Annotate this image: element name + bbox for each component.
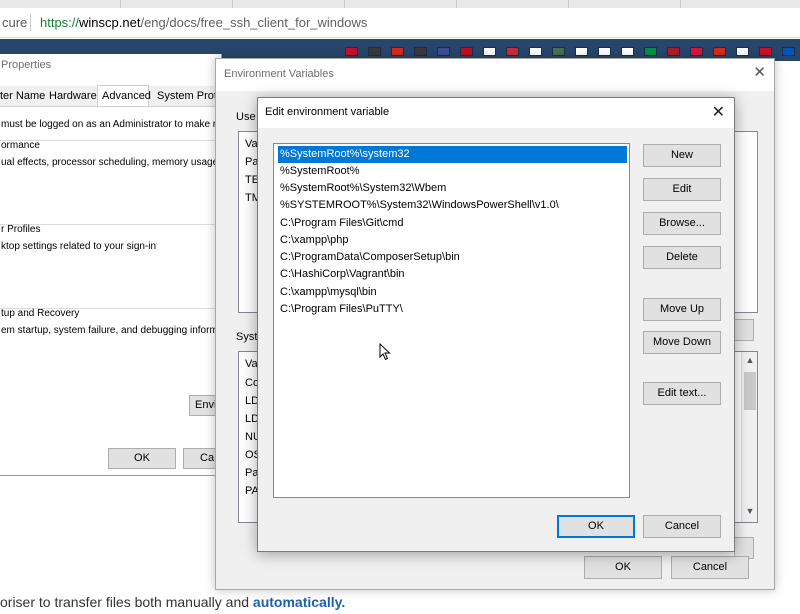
url-path: /eng/docs/free_ssh_client_for_windows — [140, 15, 368, 30]
vertical-scrollbar[interactable]: ▲ ▼ — [741, 352, 757, 522]
path-item[interactable]: %SystemRoot%\System32\Wbem — [278, 180, 627, 197]
dialog-title: Edit environment variable — [265, 106, 390, 118]
column-header-variable[interactable]: Va — [245, 138, 258, 150]
url-text[interactable]: https://winscp.net/eng/docs/free_ssh_cli… — [40, 15, 367, 30]
delete-button[interactable]: Delete — [643, 246, 721, 269]
path-item[interactable]: C:\Program Files\PuTTY\ — [278, 301, 627, 318]
flag-icon[interactable] — [713, 47, 726, 56]
flag-icon[interactable] — [598, 47, 611, 56]
move-up-button[interactable]: Move Up — [643, 298, 721, 321]
edit-text-button[interactable]: Edit text... — [643, 382, 721, 405]
flag-icon[interactable] — [506, 47, 519, 56]
flag-icon[interactable] — [391, 47, 404, 56]
dialog-body: %SystemRoot%\system32 %SystemRoot% %Syst… — [258, 128, 734, 551]
path-list[interactable]: %SystemRoot%\system32 %SystemRoot% %Syst… — [273, 143, 630, 498]
path-item[interactable]: C:\Program Files\Git\cmd — [278, 215, 627, 232]
flag-icon[interactable] — [437, 47, 450, 56]
flag-icon[interactable] — [552, 47, 565, 56]
path-item[interactable]: %SystemRoot% — [278, 163, 627, 180]
performance-title: ormance — [1, 140, 40, 151]
browser-tab-strip — [0, 0, 800, 8]
flag-icon[interactable] — [667, 47, 680, 56]
website-text: oriser to transfer files both manually a… — [0, 594, 253, 610]
path-item[interactable]: C:\xampp\mysql\bin — [278, 284, 627, 301]
website-content: oriser to transfer files both manually a… — [0, 590, 800, 614]
secure-label: cure — [2, 15, 28, 30]
ok-button[interactable]: OK — [108, 448, 176, 469]
move-down-button[interactable]: Move Down — [643, 331, 721, 354]
system-properties-window: Properties ter Name Hardware Advanced Sy… — [0, 54, 232, 476]
admin-note: must be logged on as an Administrator to… — [1, 119, 227, 130]
ok-button[interactable]: OK — [557, 515, 635, 538]
close-icon[interactable]: ✕ — [712, 102, 725, 122]
tab-advanced[interactable]: Advanced — [97, 85, 151, 106]
flag-icon[interactable] — [759, 47, 772, 56]
flag-icon[interactable] — [368, 47, 381, 56]
flag-icon[interactable] — [345, 47, 358, 56]
website-paragraph: oriser to transfer files both manually a… — [0, 594, 345, 610]
flag-icon[interactable] — [690, 47, 703, 56]
browser-tab[interactable] — [680, 0, 800, 8]
address-bar[interactable]: cure https://winscp.net/eng/docs/free_ss… — [0, 8, 800, 38]
cancel-button[interactable]: Cancel — [671, 556, 749, 579]
flag-icon[interactable] — [644, 47, 657, 56]
user-variables-label: Use — [236, 111, 256, 123]
close-icon[interactable]: ✕ — [753, 63, 766, 81]
browser-tab[interactable] — [344, 0, 454, 8]
browse-button[interactable]: Browse... — [643, 212, 721, 235]
browser-tab[interactable] — [456, 0, 566, 8]
browser-tab[interactable] — [568, 0, 678, 8]
edit-button[interactable]: Edit — [643, 178, 721, 201]
browser-tab[interactable] — [120, 0, 230, 8]
column-header-variable[interactable]: Va — [245, 358, 258, 370]
path-item[interactable]: %SYSTEMROOT%\System32\WindowsPowerShell\… — [278, 197, 627, 214]
startup-desc: em startup, system failure, and debuggin… — [1, 325, 227, 336]
website-link[interactable]: automatically. — [253, 594, 345, 610]
address-separator — [30, 14, 31, 31]
browser-tab[interactable] — [232, 0, 342, 8]
flag-icon[interactable] — [460, 47, 473, 56]
flag-icon[interactable] — [736, 47, 749, 56]
flag-icon[interactable] — [529, 47, 542, 56]
window-body: ter Name Hardware Advanced System Protec… — [0, 85, 232, 474]
path-item[interactable]: C:\xampp\php — [278, 232, 627, 249]
user-delete-button[interactable] — [734, 319, 754, 341]
tab-computer-name[interactable]: ter Name — [0, 88, 45, 106]
profiles-title: r Profiles — [1, 224, 41, 235]
flag-icon[interactable] — [621, 47, 634, 56]
path-item[interactable]: %SystemRoot%\system32 — [278, 146, 627, 163]
tab-hardware[interactable]: Hardware — [49, 88, 97, 106]
flag-icon[interactable] — [414, 47, 427, 56]
scroll-down-icon[interactable]: ▼ — [742, 506, 757, 516]
url-scheme: https:// — [40, 15, 80, 30]
window-title: Properties — [1, 59, 52, 71]
advanced-panel: must be logged on as an Administrator to… — [0, 106, 229, 474]
edit-environment-variable-dialog: Edit environment variable ✕ %SystemRoot%… — [257, 97, 735, 552]
flag-icon[interactable] — [483, 47, 496, 56]
ok-button[interactable]: OK — [584, 556, 662, 579]
performance-desc: ual effects, processor scheduling, memor… — [1, 157, 230, 168]
scrollbar-thumb[interactable] — [744, 372, 756, 410]
window-title: Environment Variables — [224, 68, 334, 80]
scroll-up-icon[interactable]: ▲ — [742, 355, 757, 365]
cancel-button[interactable]: Cancel — [643, 515, 721, 538]
profiles-desc: ktop settings related to your sign-in — [1, 241, 157, 252]
new-button[interactable]: New — [643, 144, 721, 167]
flag-icon[interactable] — [782, 47, 795, 56]
flag-icon[interactable] — [575, 47, 588, 56]
startup-title: tup and Recovery — [1, 308, 80, 319]
url-host: winscp.net — [79, 15, 141, 30]
path-item[interactable]: C:\HashiCorp\Vagrant\bin — [278, 266, 627, 283]
path-item[interactable]: C:\ProgramData\ComposerSetup\bin — [278, 249, 627, 266]
